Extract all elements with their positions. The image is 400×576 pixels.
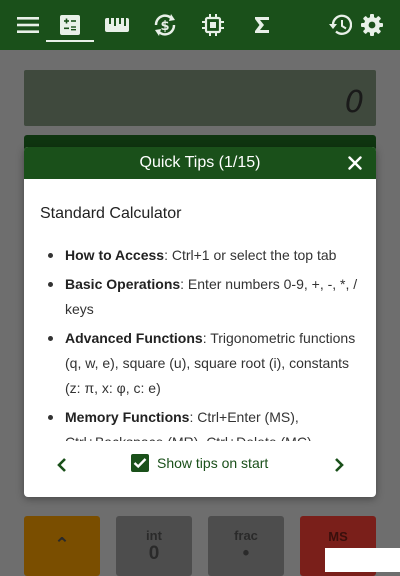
show-tips-toggle[interactable]: Show tips on start [131,454,268,472]
tip-term: How to Access [65,247,165,263]
menu-icon[interactable] [8,0,48,50]
calculator-icon[interactable] [50,0,90,50]
quick-tips-dialog: Quick Tips (1/15) Standard Calculator Ho… [24,147,376,497]
tip-term: Basic Operations [65,276,181,292]
chip-icon[interactable] [193,0,233,50]
tip-text: : Ctrl+1 or select the top tab [164,247,337,263]
display-value: 0 [344,85,364,120]
list-item: Advanced Functions: Trigonometric functi… [40,326,360,401]
int-key-label: 0 [148,542,160,564]
dialog-content[interactable]: Standard Calculator How to Access: Ctrl+… [24,179,376,441]
int-key-sub: int [146,527,162,543]
show-tips-checkbox[interactable] [131,454,149,472]
list-item: How to Access: Ctrl+1 or select the top … [40,243,360,268]
shift-key[interactable]: ⌃ [24,516,100,576]
previous-tip-button[interactable] [52,454,72,476]
int-key[interactable]: int 0 [116,516,192,576]
frac-key[interactable]: frac • [208,516,284,576]
memory-store-key-label: MS [328,528,348,544]
svg-text:$: $ [160,19,169,34]
tips-list: How to Access: Ctrl+1 or select the top … [40,243,360,441]
dialog-title: Quick Tips (1/15) [139,154,261,171]
calculator-display: 0 [24,70,376,126]
tip-term: Memory Functions [65,409,190,425]
sigma-icon[interactable] [242,0,282,50]
top-app-bar: $ [0,0,400,50]
active-tab-indicator [46,40,94,42]
frac-key-sub: frac [234,527,258,543]
show-tips-label: Show tips on start [157,455,269,471]
close-icon[interactable] [348,156,362,170]
blank-overlay-box [325,548,400,572]
tip-heading: Standard Calculator [40,205,182,222]
shift-key-label: ⌃ [54,535,70,556]
list-item: Basic Operations: Enter numbers 0-9, +, … [40,272,360,322]
settings-icon[interactable] [352,0,392,50]
next-tip-button[interactable] [329,454,349,476]
dialog-footer: Show tips on start [24,441,376,497]
currency-exchange-icon[interactable]: $ [145,0,185,50]
frac-key-label: • [242,542,250,564]
list-item: Memory Functions: Ctrl+Enter (MS), Ctrl+… [40,405,360,441]
checkmark-icon [133,458,147,469]
ruler-icon[interactable] [97,0,137,50]
chevron-right-icon [335,458,344,472]
tip-term: Advanced Functions [65,330,203,346]
dialog-header: Quick Tips (1/15) [24,147,376,179]
chevron-left-icon [57,458,66,472]
